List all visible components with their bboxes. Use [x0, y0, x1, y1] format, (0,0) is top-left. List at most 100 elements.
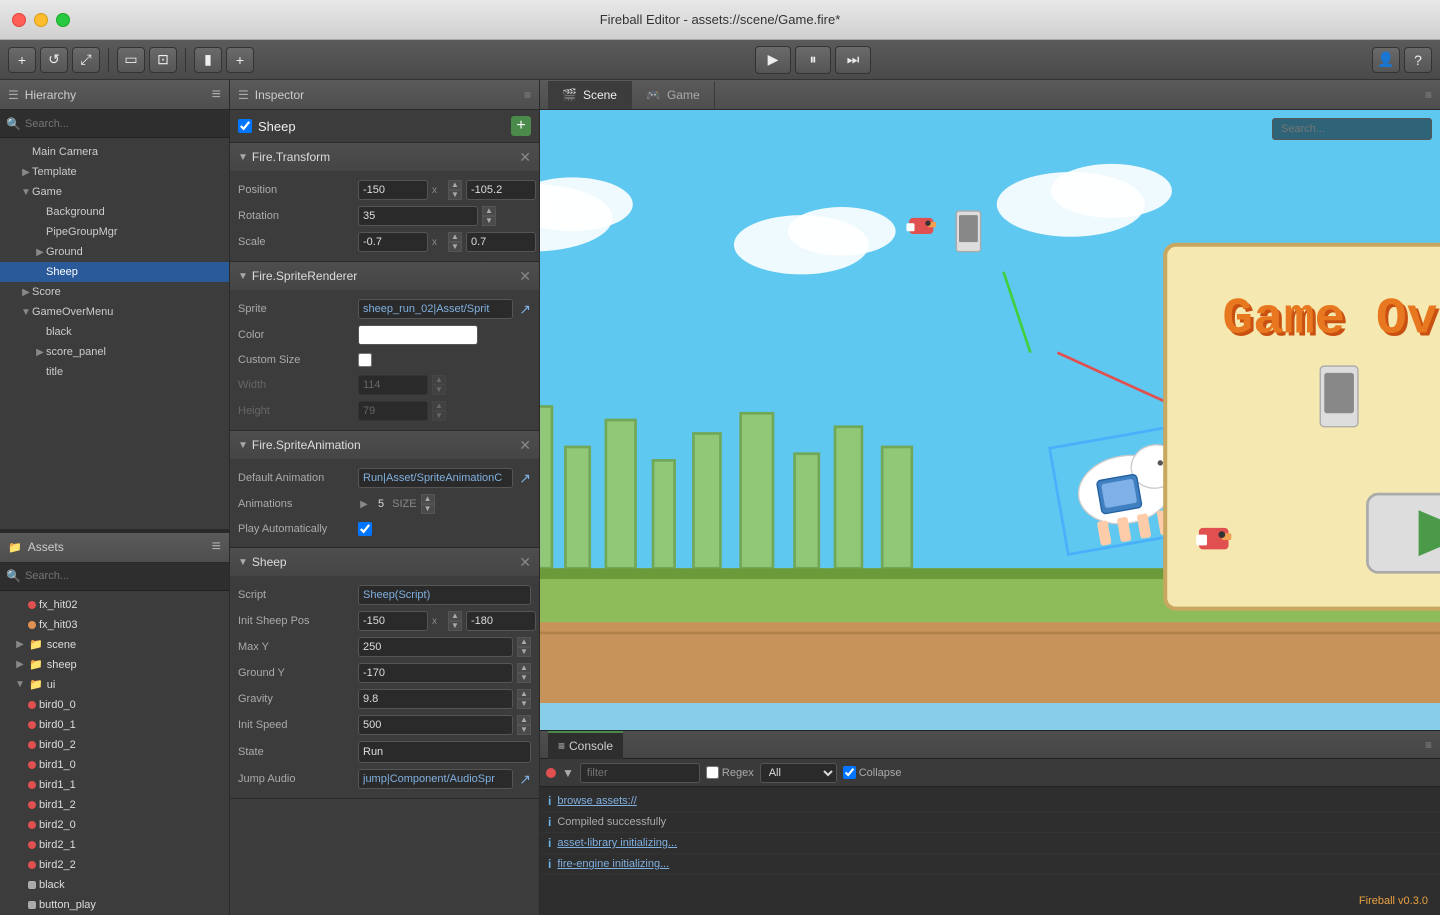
stepper-up[interactable]: ▲ — [448, 180, 462, 190]
hierarchy-item-score[interactable]: ▶ Score — [0, 282, 229, 302]
hierarchy-item-template[interactable]: ▶ Template — [0, 162, 229, 182]
tab-game[interactable]: 🎮 Game — [632, 81, 715, 109]
console-filter-input[interactable] — [580, 763, 700, 783]
stepper-down[interactable]: ▼ — [482, 216, 496, 226]
close-button[interactable] — [12, 13, 26, 27]
state-select[interactable]: Run Jump Dead — [358, 741, 531, 763]
asset-item-sheep[interactable]: ▶ 📁 sheep — [0, 655, 229, 675]
asset-item-bird01[interactable]: bird0_1 — [0, 715, 229, 735]
asset-item-bird10[interactable]: bird1_0 — [0, 755, 229, 775]
rect-tool-button[interactable]: ▭ — [117, 47, 145, 73]
tab-menu-button[interactable]: ≡ — [1425, 88, 1432, 102]
regex-checkbox[interactable] — [706, 766, 719, 779]
sprite-renderer-header[interactable]: ▼ Fire.SpriteRenderer ✕ — [230, 262, 539, 290]
plus-button[interactable]: + — [226, 47, 254, 73]
asset-item-bird02[interactable]: bird0_2 — [0, 735, 229, 755]
position-x-stepper[interactable]: ▲ ▼ — [448, 180, 462, 200]
asset-item-scene[interactable]: ▶ 📁 scene — [0, 635, 229, 655]
hierarchy-search-input[interactable] — [25, 118, 223, 130]
scale-y-input[interactable] — [466, 232, 536, 252]
stepper-down[interactable]: ▼ — [517, 725, 531, 735]
stepper-up[interactable]: ▲ — [421, 494, 435, 504]
stepper-down[interactable]: ▼ — [421, 504, 435, 514]
gravity-stepper[interactable]: ▲ ▼ — [517, 689, 531, 709]
stepper-up[interactable]: ▲ — [517, 663, 531, 673]
hierarchy-item-gameovermenu[interactable]: ▼ GameOverMenu — [0, 302, 229, 322]
assets-menu-button[interactable]: ≡ — [212, 538, 221, 556]
hierarchy-item-pipegroupmgr[interactable]: PipeGroupMgr — [0, 222, 229, 242]
init-pos-x-stepper[interactable]: ▲ ▼ — [448, 611, 462, 631]
object-active-checkbox[interactable] — [238, 119, 252, 133]
asset-item-bird21[interactable]: bird2_1 — [0, 835, 229, 855]
transform-close-button[interactable]: ✕ — [519, 149, 531, 166]
fire-engine-link[interactable]: fire-engine initializing... — [557, 858, 669, 870]
add-button[interactable]: + — [8, 47, 36, 73]
scene-search-input[interactable] — [1272, 118, 1432, 140]
animations-stepper[interactable]: ▲ ▼ — [421, 494, 435, 514]
init-pos-y-input[interactable] — [466, 611, 536, 631]
asset-item-bird00[interactable]: bird0_0 — [0, 695, 229, 715]
account-button[interactable]: 👤 — [1372, 47, 1400, 73]
stepper-down[interactable]: ▼ — [448, 621, 462, 631]
transform-header[interactable]: ▼ Fire.Transform ✕ — [230, 143, 539, 171]
hierarchy-item-title[interactable]: title — [0, 362, 229, 382]
scale-x-input[interactable] — [358, 232, 428, 252]
inspector-menu-button[interactable]: ≡ — [524, 88, 531, 102]
minimize-button[interactable] — [34, 13, 48, 27]
maximize-button[interactable] — [56, 13, 70, 27]
jump-audio-input[interactable] — [358, 769, 513, 789]
asset-item-ui[interactable]: ▼ 📁 ui — [0, 675, 229, 695]
sprite-animation-header[interactable]: ▼ Fire.SpriteAnimation ✕ — [230, 431, 539, 459]
stepper-up[interactable]: ▲ — [517, 637, 531, 647]
max-y-input[interactable] — [358, 637, 513, 657]
bar-tool-button[interactable]: ▮ — [194, 47, 222, 73]
sprite-renderer-close-button[interactable]: ✕ — [519, 268, 531, 285]
sprite-link-button[interactable]: ↗ — [519, 301, 531, 318]
stepper-up[interactable]: ▲ — [517, 715, 531, 725]
hierarchy-item-background[interactable]: Background — [0, 202, 229, 222]
step-button[interactable]: ⏭ — [835, 46, 871, 74]
sprite-input[interactable] — [358, 299, 513, 319]
assets-search-input[interactable] — [25, 570, 223, 582]
asset-item-bird12[interactable]: bird1_2 — [0, 795, 229, 815]
stepper-down[interactable]: ▼ — [448, 242, 462, 252]
scale-x-stepper[interactable]: ▲ ▼ — [448, 232, 462, 252]
fullscreen-button[interactable]: ⤢ — [72, 47, 100, 73]
hierarchy-item-main-camera[interactable]: Main Camera — [0, 142, 229, 162]
log-level-select[interactable]: All Errors Warnings — [760, 763, 837, 783]
hierarchy-menu-button[interactable]: ≡ — [212, 86, 221, 104]
asset-item-bird22[interactable]: bird2_2 — [0, 855, 229, 875]
position-y-input[interactable] — [466, 180, 536, 200]
console-menu-button[interactable]: ≡ — [1425, 738, 1432, 752]
stepper-down[interactable]: ▼ — [517, 699, 531, 709]
tab-scene[interactable]: 🎬 Scene — [548, 81, 632, 109]
anim-link-button[interactable]: ↗ — [519, 470, 531, 487]
stepper-up[interactable]: ▲ — [517, 689, 531, 699]
scene-viewport[interactable]: Game Over — [540, 110, 1440, 730]
undo-button[interactable]: ↺ — [40, 47, 68, 73]
gravity-input[interactable] — [358, 689, 513, 709]
expand-icon[interactable]: ▶ — [358, 499, 370, 510]
script-input[interactable] — [358, 585, 531, 605]
position-x-input[interactable] — [358, 180, 428, 200]
stepper-up[interactable]: ▲ — [482, 206, 496, 216]
jump-audio-link-button[interactable]: ↗ — [519, 771, 531, 788]
custom-size-checkbox[interactable] — [358, 353, 372, 367]
rotation-input[interactable] — [358, 206, 478, 226]
sheep-close-button[interactable]: ✕ — [519, 554, 531, 571]
init-pos-x-input[interactable] — [358, 611, 428, 631]
max-y-stepper[interactable]: ▲ ▼ — [517, 637, 531, 657]
asset-item-button-play[interactable]: button_play — [0, 895, 229, 915]
browse-assets-link[interactable]: browse assets:// — [557, 795, 636, 807]
hierarchy-item-sheep[interactable]: Sheep — [0, 262, 229, 282]
init-speed-input[interactable] — [358, 715, 513, 735]
hierarchy-item-ground[interactable]: ▶ Ground — [0, 242, 229, 262]
stepper-down[interactable]: ▼ — [448, 190, 462, 200]
rotation-stepper[interactable]: ▲ ▼ — [482, 206, 496, 226]
asset-item-black[interactable]: black — [0, 875, 229, 895]
ground-y-stepper[interactable]: ▲ ▼ — [517, 663, 531, 683]
init-speed-stepper[interactable]: ▲ ▼ — [517, 715, 531, 735]
stepper-down[interactable]: ▼ — [517, 647, 531, 657]
inspector-add-component-button[interactable]: + — [511, 116, 531, 136]
asset-library-link[interactable]: asset-library initializing... — [557, 837, 677, 849]
